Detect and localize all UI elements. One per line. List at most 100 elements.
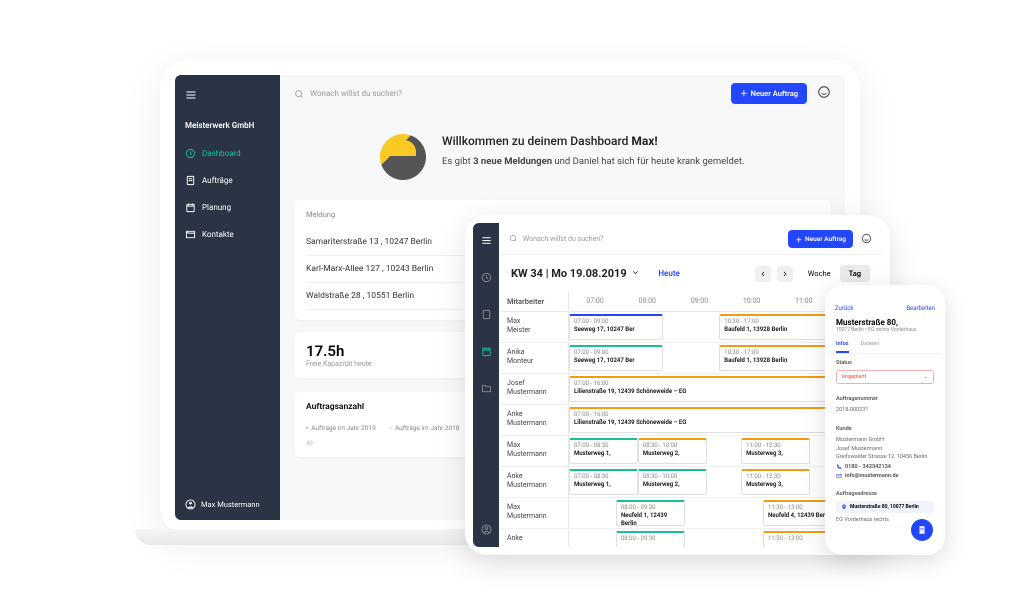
schedule-event[interactable]: 11:00 - 12:30Musterweg 3, [741, 438, 810, 464]
document-icon [917, 525, 927, 535]
sidebar-item-dashboard[interactable]: Dashboard [175, 140, 280, 167]
stat-value: 17.5h [306, 342, 372, 360]
stat-label: Freie Kapazität heute [306, 360, 372, 368]
time-column: 11:00 [778, 292, 830, 311]
schedule-event[interactable]: 08:00 - 09:30Neufeld 1, 12439 Berlin [616, 500, 685, 526]
schedule-event[interactable]: 08:00 - 09:30 [616, 531, 685, 547]
smiley-icon[interactable] [861, 229, 872, 248]
status-label: Status [836, 360, 934, 366]
status-select[interactable]: ungeplant ⌄ [836, 370, 934, 384]
view-toggle: Woche Tag [799, 265, 870, 282]
smiley-icon[interactable] [817, 84, 831, 103]
schedule-header: KW 34 | Mo 19.08.2019 Heute Woche Tag [499, 255, 882, 292]
kunde-label: Kunde [836, 426, 934, 432]
chevron-down-icon: ⌄ [923, 374, 928, 380]
view-day[interactable]: Tag [840, 265, 870, 282]
schedule-event[interactable]: 08:30 - 10:00Musterweg 2, [638, 438, 707, 464]
hamburger-icon[interactable] [481, 231, 492, 250]
schedule-event[interactable]: 11:00 - 12:30Musterweg 3, [741, 469, 810, 495]
employee-cell: Josef Mustermann [499, 374, 569, 404]
schedule-event[interactable]: 07:00 - 09:00Seeweg 17, 10247 Ber [569, 314, 663, 340]
calendar-icon[interactable] [481, 342, 492, 361]
schedule-event[interactable]: 07:00 - 16:00Lilienstraße 19, 12439 Schö… [569, 407, 835, 433]
sidebar-item-label: Kontakte [202, 230, 234, 239]
time-column: 09:00 [673, 292, 725, 311]
tablet-sidebar [473, 223, 499, 547]
sidebar-item-kontakte[interactable]: Kontakte [175, 221, 280, 248]
schedule-event[interactable]: 10:30 - 17:00Baufeld 1, 13928 Berlin [719, 314, 838, 340]
phone-topbar: Zurück Bearbeiten [829, 301, 941, 316]
kunde-lines: Mustermann GmbH Josef Mustermann Greifsw… [836, 436, 934, 461]
sidebar-item-auftraege[interactable]: Aufträge [175, 167, 280, 194]
view-week[interactable]: Woche [799, 265, 840, 282]
phone-screen: Zurück Bearbeiten Musterstraße 80, 10077… [829, 289, 941, 551]
schedule-event[interactable]: 11:30 - 13:00 [763, 531, 832, 547]
ordernum-value: 2018-000231 [836, 406, 934, 414]
sidebar-item-label: Dashboard [202, 149, 241, 158]
welcome-heading: Willkommen zu deinem Dashboard Max! [442, 134, 745, 148]
address-box[interactable]: Musterstraße 80, 10077 Berlin [836, 501, 934, 513]
phone-title-block: Musterstraße 80, 10077 Berlin • EG recht… [829, 316, 941, 335]
user-name: Max Mustermann [201, 500, 260, 509]
sidebar-item-label: Planung [202, 203, 231, 212]
address-label: Auftragsadresse [836, 491, 934, 497]
fab-button[interactable] [911, 519, 933, 541]
next-button[interactable] [777, 266, 793, 282]
kunde-section: Kunde Mustermann GmbH Josef Mustermann G… [829, 420, 941, 485]
search-icon [509, 234, 518, 243]
employee-cell: Anke Mustermann [499, 467, 569, 497]
schedule-event[interactable]: 11:30 - 13:00Neufeld 4, 12439 Berl [763, 500, 832, 526]
sidebar-user[interactable]: Max Mustermann [175, 489, 280, 520]
email-chip[interactable]: info@mustermann.de [836, 473, 934, 479]
schedule-event[interactable]: 07:00 - 08:30Musterweg 1, [569, 469, 638, 495]
search-input[interactable]: Wonach willst du suchen? [294, 89, 721, 99]
employee-cell: Max Mustermann [499, 498, 569, 528]
employee-cell: Anke [499, 529, 569, 547]
date-label[interactable]: KW 34 | Mo 19.08.2019 [511, 267, 640, 280]
prev-button[interactable] [755, 266, 771, 282]
new-order-button[interactable]: ＋ Neuer Auftrag [788, 230, 853, 248]
phone-chip[interactable]: 0180 - 342342134 [836, 464, 934, 470]
schedule-event[interactable]: 10:30 - 17:00Baufeld 1, 13928 Berlin [719, 345, 838, 371]
search-input[interactable]: Wonach willst du suchen? [509, 234, 780, 243]
clock-icon[interactable] [481, 268, 492, 287]
time-column: 08:00 [621, 292, 673, 311]
tab-dateien[interactable]: Dateien [861, 341, 880, 353]
tablet-topbar: Wonach willst du suchen? ＋ Neuer Auftrag [499, 223, 882, 255]
sidebar-item-planung[interactable]: Planung [175, 194, 280, 221]
avatar [380, 134, 426, 180]
new-order-button[interactable]: ＋ Neuer Auftrag [731, 83, 807, 104]
topbar: Wonach willst du suchen? ＋ Neuer Auftrag [280, 75, 845, 112]
welcome-text: Willkommen zu deinem Dashboard Max! Es g… [442, 134, 745, 180]
phone-subtitle: 10077 Berlin • EG rechts Vorderhaus [836, 327, 934, 333]
company-name: Meisterwerk GmbH [175, 107, 280, 140]
folder-icon[interactable] [481, 379, 492, 398]
search-placeholder: Wonach willst du suchen? [310, 89, 402, 98]
sidebar-item-label: Aufträge [202, 176, 233, 185]
phone-frame: Zurück Bearbeiten Musterstraße 80, 10077… [825, 285, 945, 555]
chevron-down-icon [631, 268, 640, 277]
edit-button[interactable]: Bearbeiten [906, 305, 935, 312]
phone-title: Musterstraße 80, [836, 318, 934, 327]
today-link[interactable]: Heute [658, 269, 679, 278]
phone-icon [836, 464, 842, 470]
employee-cell: Anke Mustermann [499, 405, 569, 435]
sidebar: Meisterwerk GmbH Dashboard Aufträge Plan… [175, 75, 280, 520]
search-icon [294, 89, 304, 99]
back-button[interactable]: Zurück [835, 305, 853, 312]
schedule-event[interactable]: 07:00 - 16:00Lilienstraße 19, 12439 Schö… [569, 376, 835, 402]
document-icon[interactable] [481, 305, 492, 324]
phone-notch [857, 285, 913, 294]
hamburger-icon[interactable] [175, 85, 280, 107]
user-icon[interactable] [481, 520, 492, 539]
schedule-event[interactable]: 07:00 - 08:30Musterweg 1, [569, 438, 638, 464]
employee-cell: Anika Monteur [499, 343, 569, 373]
schedule-nav: Woche Tag [755, 265, 870, 282]
employee-cell: Max Mustermann [499, 436, 569, 466]
schedule-event[interactable]: 07:00 - 09:00Seeweg 17, 10247 Ber [569, 345, 663, 371]
status-section: Status ungeplant ⌄ [829, 354, 941, 390]
schedule-event[interactable]: 08:30 - 10:00Musterweg 2, [638, 469, 707, 495]
welcome-body: Es gibt 3 neue Meldungen und Daniel hat … [442, 156, 745, 167]
tab-infos[interactable]: Infos [836, 341, 849, 353]
mail-icon [836, 473, 842, 479]
